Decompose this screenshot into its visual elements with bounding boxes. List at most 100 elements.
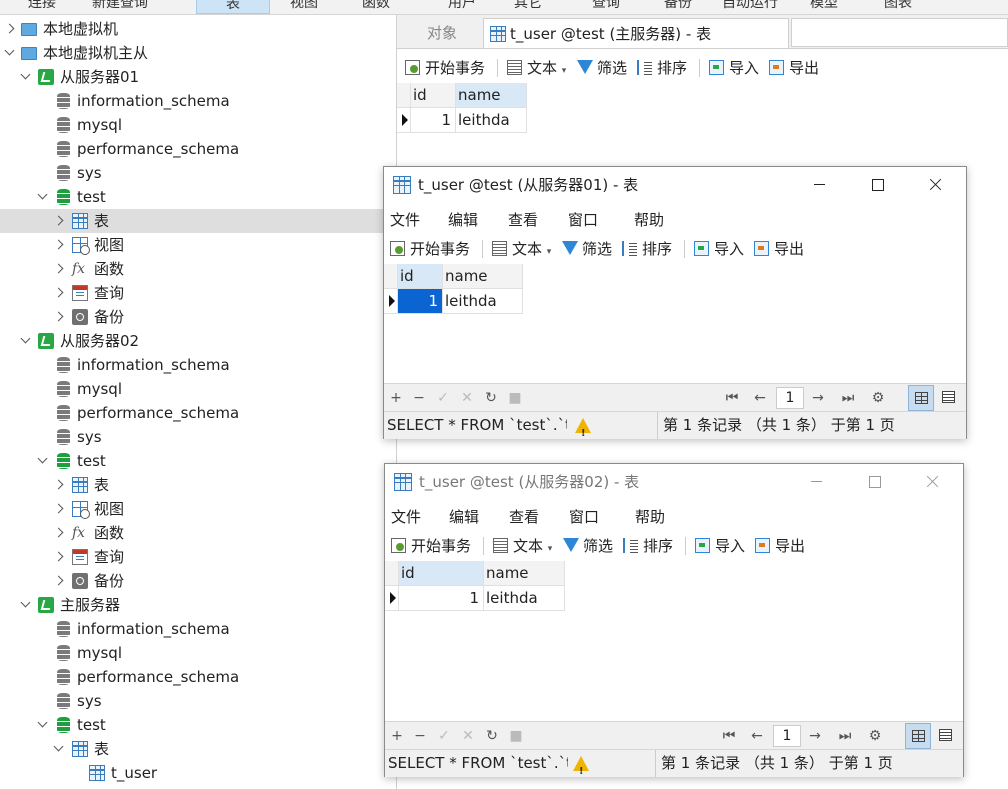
menu-window[interactable]: 窗口	[569, 503, 599, 531]
toolbar-chart[interactable]: 图表	[884, 0, 912, 12]
previous-page-icon[interactable]: ←	[752, 384, 768, 412]
tree-item-tables[interactable]: 表	[0, 209, 396, 233]
tree-item-views[interactable]: 视图	[0, 497, 396, 521]
refresh-icon[interactable]: ↻	[484, 722, 500, 750]
tree-item-database-test[interactable]: test	[0, 185, 396, 209]
chevron-right-icon[interactable]	[53, 497, 65, 521]
menu-view[interactable]: 查看	[508, 206, 538, 234]
sort-button[interactable]: 排序	[622, 236, 672, 262]
form-view-icon[interactable]	[936, 385, 962, 411]
sort-button[interactable]: 排序	[623, 533, 673, 559]
text-button[interactable]: 文本 ▾	[492, 236, 551, 265]
grid-view-icon[interactable]	[905, 723, 931, 749]
tree-item-local-vm[interactable]: 本地虚拟机	[0, 17, 396, 41]
chevron-down-icon[interactable]	[37, 185, 49, 209]
settings-gear-icon[interactable]: ⚙	[870, 384, 886, 412]
filter-button[interactable]: 筛选	[563, 533, 613, 559]
cell-id[interactable]: 1	[398, 289, 443, 314]
toolbar-new-query[interactable]: 新建查询	[92, 0, 148, 12]
menu-view[interactable]: 查看	[509, 503, 539, 531]
next-page-icon[interactable]: →	[810, 384, 826, 412]
import-button[interactable]: 导入	[694, 236, 744, 262]
tree-item-local-vm-master-slave[interactable]: 本地虚拟机主从	[0, 41, 396, 65]
data-grid[interactable]: id name 1 leithda	[385, 561, 961, 721]
discard-changes-icon[interactable]: ✕	[460, 722, 476, 750]
tree-item-database-test[interactable]: test	[0, 713, 396, 737]
cell-name[interactable]: leithda	[443, 289, 523, 314]
page-number-input[interactable]: 1	[776, 387, 804, 409]
close-icon[interactable]	[906, 167, 964, 203]
toolbar-model[interactable]: 模型	[810, 0, 838, 12]
chevron-down-icon[interactable]	[20, 65, 32, 89]
filter-button[interactable]: 筛选	[577, 55, 627, 81]
begin-transaction-button[interactable]: 开始事务	[390, 236, 470, 262]
tree-item-functions[interactable]: fx 函数	[0, 521, 396, 545]
menu-edit[interactable]: 编辑	[449, 503, 479, 531]
apply-changes-icon[interactable]: ✓	[435, 384, 451, 412]
refresh-icon[interactable]: ↻	[483, 384, 499, 412]
tree-item-views[interactable]: 视图	[0, 233, 396, 257]
warning-icon[interactable]	[575, 418, 591, 447]
next-page-icon[interactable]: →	[807, 722, 823, 750]
toolbar-other[interactable]: 其它	[514, 0, 542, 12]
toolbar-view[interactable]: 视图	[290, 0, 318, 12]
grid-view-icon[interactable]	[908, 385, 934, 411]
export-button[interactable]: 导出	[755, 533, 805, 559]
apply-changes-icon[interactable]: ✓	[436, 722, 452, 750]
chevron-right-icon[interactable]	[53, 233, 65, 257]
tree-item-backups[interactable]: 备份	[0, 305, 396, 329]
menu-help[interactable]: 帮助	[634, 206, 664, 234]
discard-changes-icon[interactable]: ✕	[459, 384, 475, 412]
toolbar-backup[interactable]: 备份	[664, 0, 692, 12]
cell-id[interactable]: 1	[411, 108, 456, 133]
tree-item-functions[interactable]: fx 函数	[0, 257, 396, 281]
chevron-down-icon[interactable]	[37, 713, 49, 737]
tree-item-database[interactable]: information_schema	[0, 353, 396, 377]
tab-t-user-master[interactable]: t_user @test (主服务器) - 表	[483, 18, 789, 48]
maximize-icon[interactable]	[845, 464, 903, 500]
column-header-name[interactable]: name	[484, 561, 565, 586]
chevron-right-icon[interactable]	[53, 305, 65, 329]
menu-edit[interactable]: 编辑	[448, 206, 478, 234]
column-header-name[interactable]: name	[443, 264, 523, 289]
settings-gear-icon[interactable]: ⚙	[867, 722, 883, 750]
data-grid[interactable]: id name 1 leithda	[397, 83, 537, 133]
tree-item-tables[interactable]: 表	[0, 737, 396, 761]
toolbar-table[interactable]: 表	[196, 0, 270, 14]
tree-item-database[interactable]: mysql	[0, 113, 396, 137]
chevron-right-icon[interactable]	[53, 473, 65, 497]
minimize-icon[interactable]	[790, 167, 848, 203]
first-page-icon[interactable]: ⏮	[721, 722, 737, 750]
chevron-right-icon[interactable]	[53, 281, 65, 305]
chevron-down-icon[interactable]	[20, 593, 32, 617]
chevron-down-icon[interactable]	[4, 41, 16, 65]
row-selector[interactable]	[397, 108, 411, 133]
tree-item-slave01[interactable]: 从服务器01	[0, 65, 396, 89]
sort-button[interactable]: 排序	[637, 55, 687, 81]
toolbar-automation[interactable]: 自动运行	[722, 0, 778, 12]
close-icon[interactable]	[903, 464, 961, 500]
export-button[interactable]: 导出	[754, 236, 804, 262]
stop-icon[interactable]: ■	[508, 722, 524, 750]
add-record-icon[interactable]: +	[388, 384, 404, 412]
first-page-icon[interactable]: ⏮	[724, 384, 740, 412]
tab-objects[interactable]: 对象	[427, 18, 457, 48]
chevron-right-icon[interactable]	[53, 209, 65, 233]
chevron-right-icon[interactable]	[53, 257, 65, 281]
last-page-icon[interactable]: ⏭	[840, 384, 856, 412]
tree-item-database-test[interactable]: test	[0, 449, 396, 473]
table-window-slave02[interactable]: t_user @test (从服务器02) - 表 文件 编辑 查看 窗口 帮助…	[384, 463, 964, 785]
delete-record-icon[interactable]: −	[411, 384, 427, 412]
table-window-slave01[interactable]: t_user @test (从服务器01) - 表 文件 编辑 查看 窗口 帮助…	[383, 166, 967, 447]
begin-transaction-button[interactable]: 开始事务	[391, 533, 471, 559]
data-grid[interactable]: id name 1 leithda	[384, 264, 964, 383]
menu-file[interactable]: 文件	[390, 206, 420, 234]
tree-item-slave02[interactable]: 从服务器02	[0, 329, 396, 353]
form-view-icon[interactable]	[933, 723, 959, 749]
cell-id[interactable]: 1	[399, 586, 484, 611]
text-button[interactable]: 文本 ▾	[493, 533, 552, 562]
chevron-down-icon[interactable]	[20, 329, 32, 353]
column-header-id[interactable]: id	[398, 264, 443, 289]
tree-item-database[interactable]: performance_schema	[0, 401, 396, 425]
column-header-id[interactable]: id	[411, 83, 456, 108]
